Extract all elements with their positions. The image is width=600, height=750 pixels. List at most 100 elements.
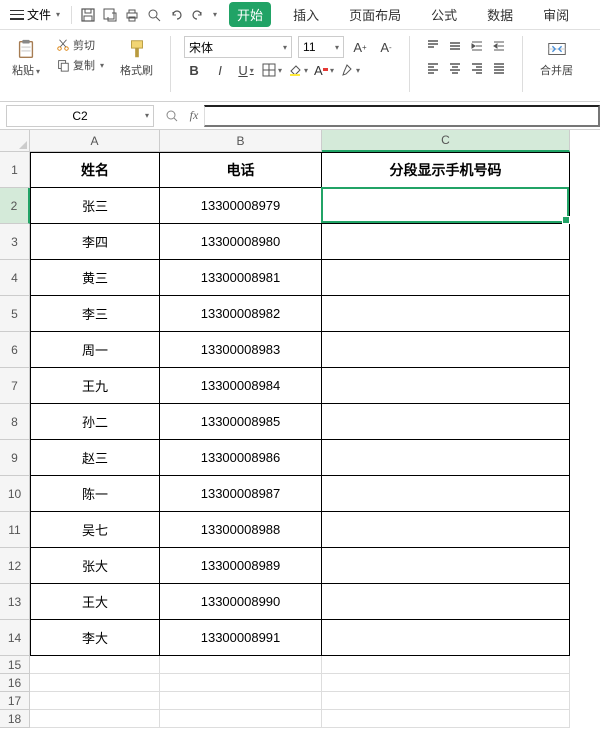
align-right-button[interactable] [467,58,487,78]
cell[interactable] [322,476,570,512]
cut-button[interactable]: 剪切 [54,36,106,54]
cell[interactable]: 李四 [30,224,160,260]
cell[interactable]: 13300008986 [160,440,322,476]
formula-bar[interactable] [204,105,600,127]
name-box[interactable]: C2▾ [6,105,154,127]
align-middle-button[interactable] [445,36,465,56]
cell[interactable]: 吴七 [30,512,160,548]
cell[interactable]: 王大 [30,584,160,620]
qat-dropdown[interactable]: ▾ [213,10,217,19]
row-header[interactable]: 13 [0,584,30,620]
cell[interactable] [322,368,570,404]
cell[interactable] [322,692,570,710]
cell[interactable] [322,332,570,368]
cell[interactable]: 分段显示手机号码 [322,152,570,188]
cell[interactable] [322,188,570,224]
font-color-button[interactable]: A▾ [314,60,334,80]
row-header[interactable]: 6 [0,332,30,368]
select-all-corner[interactable] [0,130,30,152]
row-header[interactable]: 5 [0,296,30,332]
cell[interactable] [322,404,570,440]
cell[interactable]: 李大 [30,620,160,656]
fx-icon[interactable]: fx [184,108,204,123]
save-icon[interactable] [79,6,97,24]
cell[interactable] [322,260,570,296]
cell[interactable]: 13300008989 [160,548,322,584]
cell[interactable]: 13300008991 [160,620,322,656]
cell[interactable] [322,710,570,728]
cell[interactable]: 13300008985 [160,404,322,440]
cell[interactable]: 13300008984 [160,368,322,404]
cell[interactable]: 陈一 [30,476,160,512]
col-header-A[interactable]: A [30,130,160,152]
row-header[interactable]: 9 [0,440,30,476]
cell[interactable] [322,296,570,332]
decrease-font-button[interactable]: A- [376,37,396,57]
italic-button[interactable]: I [210,60,230,80]
cell[interactable] [322,548,570,584]
font-select[interactable]: 宋体▾ [184,36,292,58]
row-header[interactable]: 7 [0,368,30,404]
tab-insert[interactable]: 插入 [285,2,327,27]
row-header[interactable]: 3 [0,224,30,260]
cell[interactable]: 张大 [30,548,160,584]
align-justify-button[interactable] [489,58,509,78]
cell[interactable] [30,656,160,674]
row-header[interactable]: 4 [0,260,30,296]
format-painter-button[interactable]: 格式刷 [116,36,157,80]
cell[interactable] [160,674,322,692]
file-menu[interactable]: 文件 ▾ [6,4,64,25]
cell[interactable]: 李三 [30,296,160,332]
cell[interactable] [160,656,322,674]
row-header[interactable]: 18 [0,710,30,728]
font-size-select[interactable]: 11▾ [298,36,344,58]
cell[interactable]: 13300008982 [160,296,322,332]
cell[interactable]: 13300008987 [160,476,322,512]
cell[interactable]: 姓名 [30,152,160,188]
row-header[interactable]: 11 [0,512,30,548]
save-as-icon[interactable] [101,6,119,24]
row-header[interactable]: 8 [0,404,30,440]
paste-button[interactable]: 粘贴▾ [8,36,44,80]
cell[interactable] [322,224,570,260]
highlight-button[interactable]: ▾ [340,60,360,80]
row-header[interactable]: 10 [0,476,30,512]
cell[interactable]: 13300008980 [160,224,322,260]
cell[interactable] [322,584,570,620]
cell[interactable]: 王九 [30,368,160,404]
cell[interactable]: 13300008979 [160,188,322,224]
cell[interactable]: 13300008990 [160,584,322,620]
border-button[interactable]: ▾ [262,60,282,80]
increase-font-button[interactable]: A+ [350,37,370,57]
tab-data[interactable]: 数据 [479,2,521,27]
print-preview-icon[interactable] [145,6,163,24]
cell[interactable] [30,692,160,710]
row-header[interactable]: 15 [0,656,30,674]
row-header[interactable]: 1 [0,152,30,188]
row-header[interactable]: 2 [0,188,30,224]
cell[interactable] [160,692,322,710]
align-top-button[interactable] [423,36,443,56]
fill-color-button[interactable]: ▾ [288,60,308,80]
cell[interactable]: 孙二 [30,404,160,440]
cancel-icon[interactable] [160,107,184,125]
decrease-indent-button[interactable] [489,36,509,56]
cell[interactable] [30,674,160,692]
undo-icon[interactable] [167,6,185,24]
cell[interactable]: 13300008983 [160,332,322,368]
cells-area[interactable]: 姓名电话分段显示手机号码张三13300008979李四13300008980黄三… [30,152,570,728]
align-center-button[interactable] [445,58,465,78]
bold-button[interactable]: B [184,60,204,80]
copy-button[interactable]: 复制▾ [54,56,106,74]
redo-icon[interactable] [189,6,207,24]
col-header-C[interactable]: C [322,130,570,152]
cell[interactable]: 黄三 [30,260,160,296]
tab-layout[interactable]: 页面布局 [341,2,409,27]
cell[interactable] [322,440,570,476]
increase-indent-button[interactable] [467,36,487,56]
tab-home[interactable]: 开始 [229,2,271,27]
row-header[interactable]: 12 [0,548,30,584]
cell[interactable]: 13300008988 [160,512,322,548]
col-header-B[interactable]: B [160,130,322,152]
row-header[interactable]: 16 [0,674,30,692]
